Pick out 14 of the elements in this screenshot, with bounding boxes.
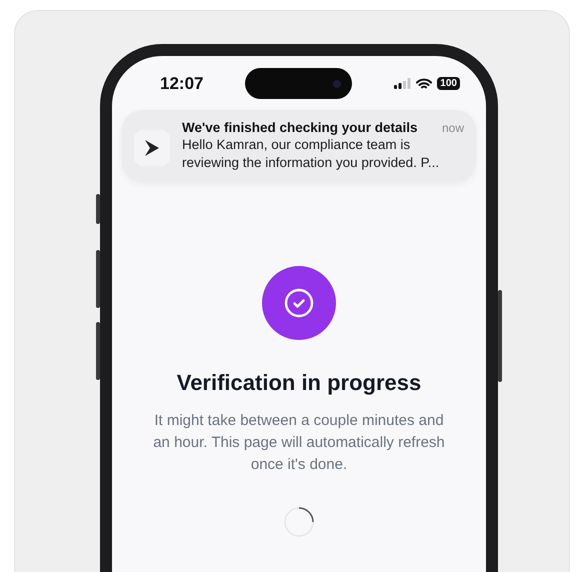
wifi-icon (416, 78, 432, 90)
notification-banner[interactable]: We've finished checking your details now Hello Kamran, our compliance team is reviewing the information you provided. P... (122, 110, 476, 182)
notification-title: We've finished checking your details (182, 120, 418, 135)
verification-description: It might take between a couple minutes and an hour. This page will automatically refresh once it's done. (152, 411, 446, 475)
loading-spinner (283, 506, 315, 538)
battery-level: 100 (437, 77, 460, 90)
check-circle-icon (284, 288, 314, 318)
verification-title: Verification in progress (176, 370, 422, 396)
camera-icon (332, 78, 342, 88)
app-icon (134, 130, 170, 166)
status-time: 12:07 (160, 74, 204, 94)
notification-body: Hello Kamran, our compliance team is reviewing the information you provided. P... (182, 136, 440, 172)
notification-time: now (442, 121, 464, 135)
signal-icon (394, 78, 412, 89)
